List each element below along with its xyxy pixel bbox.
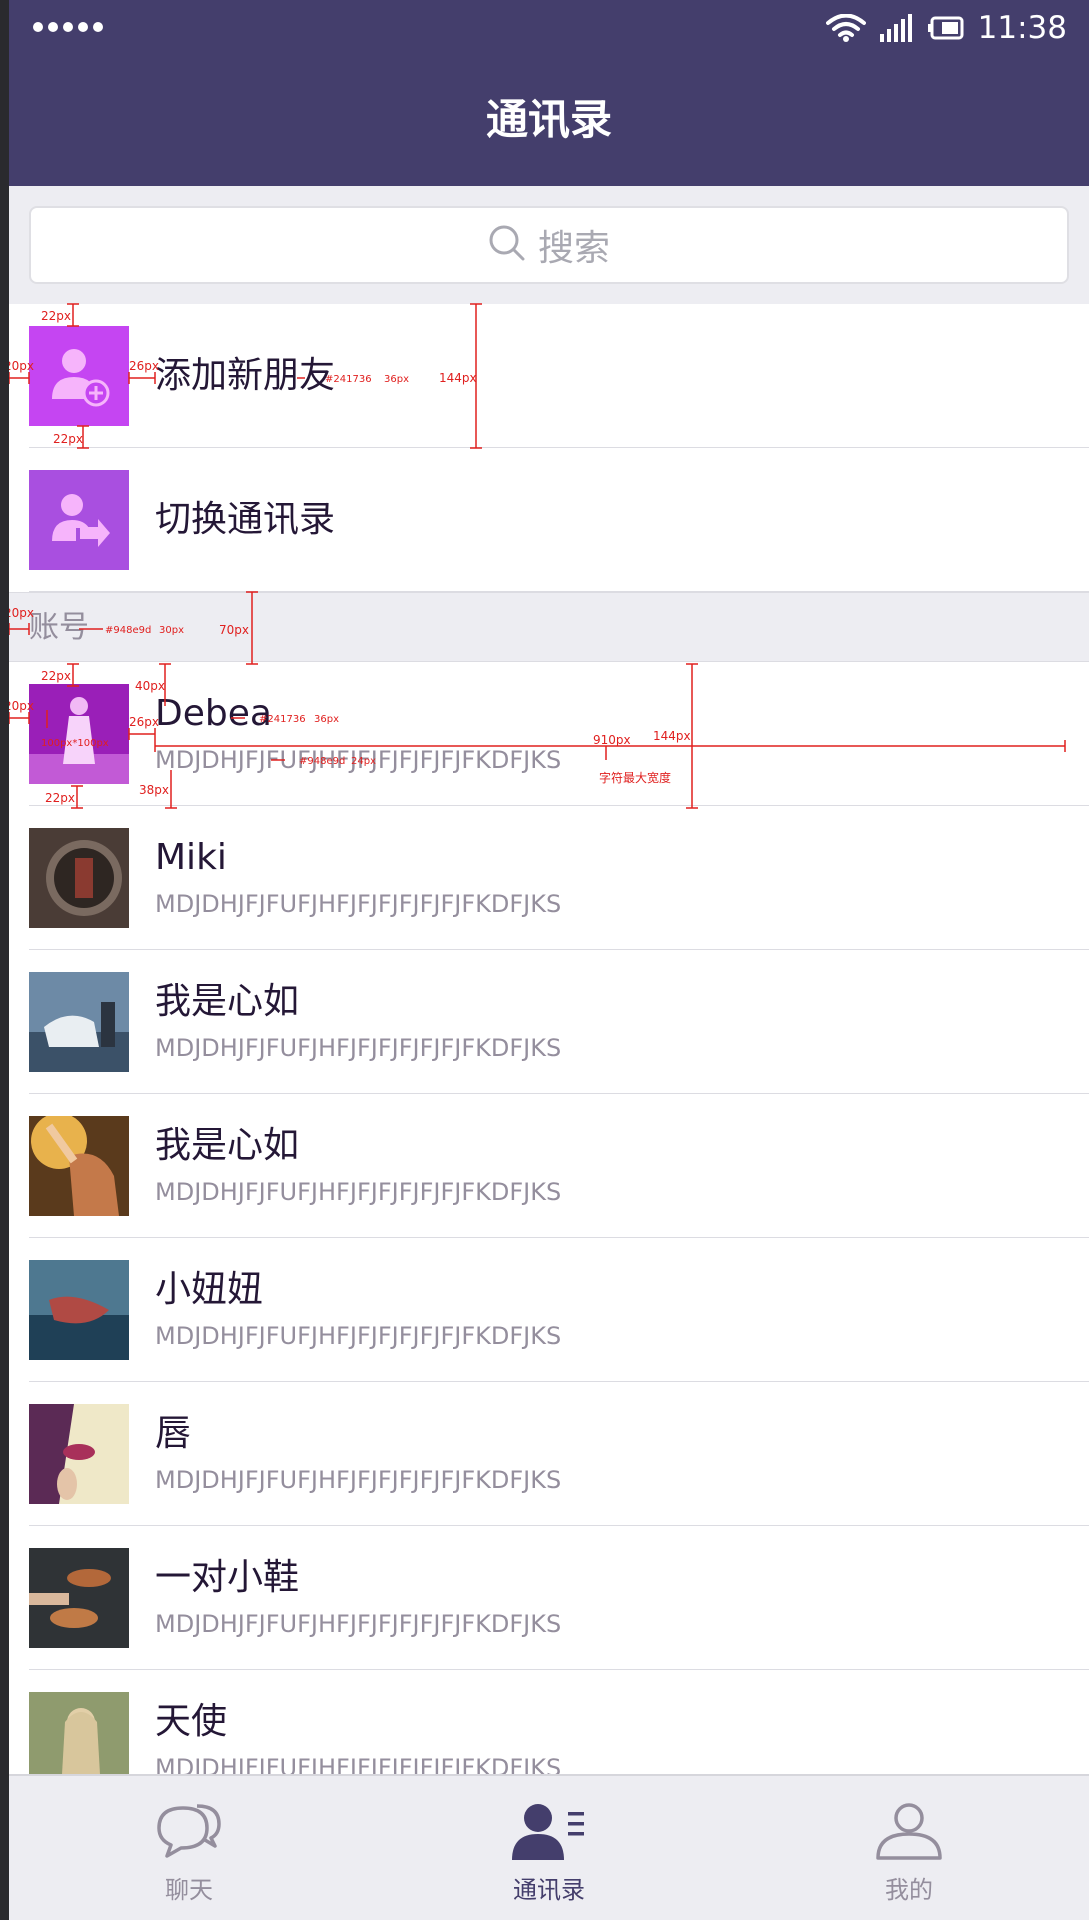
contact-row[interactable]: 我是心如 MDJDHJFJFUFJHFJFJFJFJFJFJFKDFJKS bbox=[9, 950, 1089, 1094]
contact-row[interactable]: 一对小鞋 MDJDHJFJFUFJHFJFJFJFJFJFJFKDFJKS bbox=[9, 1526, 1089, 1670]
search-icon bbox=[488, 224, 526, 266]
tab-label: 通讯录 bbox=[513, 1876, 585, 1904]
switch-contacts-icon bbox=[29, 470, 129, 570]
contact-name: 我是心如 bbox=[155, 981, 300, 1022]
avatar bbox=[29, 1548, 129, 1648]
avatar bbox=[29, 1116, 129, 1216]
contact-name: 天使 bbox=[155, 1701, 228, 1742]
chat-bubbles-icon bbox=[153, 1802, 225, 1860]
search-placeholder: 搜索 bbox=[537, 228, 610, 269]
contact-row[interactable]: 天使 MDJDHJFJFUFJHFJFJFJFJFJFJFKDFJKS bbox=[9, 1670, 1089, 1774]
search-input[interactable]: 搜索 bbox=[29, 206, 1069, 284]
avatar bbox=[29, 1260, 129, 1360]
contact-name: Debea bbox=[155, 693, 272, 734]
contact-subtitle: MDJDHJFJFUFJHFJFJFJFJFJFJFKDFJKS bbox=[155, 890, 562, 918]
contact-subtitle: MDJDHJFJFUFJHFJFJFJFJFJFJFKDFJKS bbox=[155, 1610, 562, 1638]
contact-row[interactable]: 小妞妞 MDJDHJFJFUFJHFJFJFJFJFJFJFKDFJKS bbox=[9, 1238, 1089, 1382]
contact-row[interactable]: Miki MDJDHJFJFUFJHFJFJFJFJFJFJFKDFJKS bbox=[9, 806, 1089, 950]
signal-dots-icon bbox=[33, 22, 103, 32]
add-friend-label: 添加新朋友 bbox=[155, 355, 336, 396]
contact-row[interactable]: 唇 MDJDHJFJFUFJHFJFJFJFJFJFJFKDFJKS bbox=[9, 1382, 1089, 1526]
avatar bbox=[29, 828, 129, 928]
left-edge-strip bbox=[0, 0, 9, 1920]
contact-row[interactable]: 我是心如 MDJDHJFJFUFJHFJFJFJFJFJFJFKDFJKS bbox=[9, 1094, 1089, 1238]
contact-list: 添加新朋友 切换通讯录 账号 Debea MDJDHJFJFUFJHFJFJFJ… bbox=[9, 304, 1089, 1774]
search-area: 搜索 bbox=[9, 186, 1089, 304]
page-title: 通讯录 bbox=[485, 95, 612, 144]
contact-subtitle: MDJDHJFJFUFJHFJFJFJFJFJFJFKDFJKS bbox=[155, 1322, 562, 1350]
contact-subtitle: MDJDHJFJFUFJHFJFJFJFJFJFJFKDFJKS bbox=[155, 1754, 562, 1774]
header: 11:38 通讯录 bbox=[9, 0, 1089, 186]
tab-chat[interactable]: 聊天 bbox=[9, 1776, 369, 1920]
contact-name: 唇 bbox=[155, 1413, 192, 1454]
contact-subtitle: MDJDHJFJFUFJHFJFJFJFJFJFJFKDFJKS bbox=[155, 1466, 562, 1494]
section-header-account: 账号 bbox=[9, 592, 1089, 662]
avatar bbox=[29, 1692, 129, 1774]
status-time: 11:38 bbox=[977, 10, 1067, 46]
add-friend-icon bbox=[29, 326, 129, 426]
battery-icon bbox=[927, 16, 964, 40]
contact-subtitle: MDJDHJFJFUFJHFJFJFJFJFJFJFKDFJKS bbox=[155, 1178, 562, 1206]
contact-name: Miki bbox=[155, 837, 227, 878]
contact-subtitle: MDJDHJFJFUFJHFJFJFJFJFJFJFKDFJKS bbox=[155, 1034, 562, 1062]
tab-me[interactable]: 我的 bbox=[729, 1776, 1089, 1920]
section-label: 账号 bbox=[29, 610, 89, 645]
app-screen: 11:38 通讯录 搜索 添加新朋友 切换通讯录 账号 Debea MDJDHJ… bbox=[9, 0, 1089, 1920]
contact-name: 我是心如 bbox=[155, 1125, 300, 1166]
tab-label: 我的 bbox=[885, 1876, 933, 1904]
contact-name: 一对小鞋 bbox=[155, 1557, 300, 1598]
profile-icon bbox=[874, 1802, 944, 1860]
avatar bbox=[29, 684, 129, 784]
contacts-icon bbox=[510, 1802, 588, 1860]
tab-contacts[interactable]: 通讯录 bbox=[369, 1776, 729, 1920]
contact-name: 小妞妞 bbox=[155, 1269, 264, 1310]
bottom-tab-bar: 聊天 通讯录 我的 bbox=[9, 1774, 1089, 1920]
contact-row[interactable]: Debea MDJDHJFJFUFJHFJFJFJFJFJFJFKDFJKS bbox=[9, 662, 1089, 806]
add-friend-row[interactable]: 添加新朋友 bbox=[9, 304, 1089, 448]
status-right: 11:38 bbox=[825, 8, 1067, 48]
cellular-signal-icon bbox=[879, 14, 914, 42]
tab-label: 聊天 bbox=[165, 1876, 213, 1904]
avatar bbox=[29, 972, 129, 1072]
contact-subtitle: MDJDHJFJFUFJHFJFJFJFJFJFJFKDFJKS bbox=[155, 746, 562, 774]
switch-contacts-row[interactable]: 切换通讯录 bbox=[9, 448, 1089, 592]
status-bar: 11:38 bbox=[9, 0, 1089, 56]
avatar bbox=[29, 1404, 129, 1504]
switch-contacts-label: 切换通讯录 bbox=[155, 499, 336, 540]
wifi-icon bbox=[825, 14, 866, 42]
